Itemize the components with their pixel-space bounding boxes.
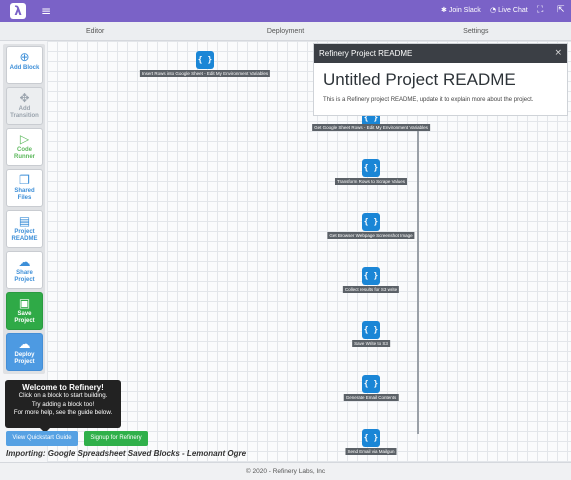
add-block-button[interactable]: ⊕ Add Block <box>6 46 43 84</box>
tab-deployment[interactable]: Deployment <box>190 22 380 40</box>
sidebar-item-label: Add Block <box>9 65 40 71</box>
welcome-title: Welcome to Refinery! <box>22 383 104 392</box>
footer: © 2020 - Refinery Labs, Inc <box>0 462 571 480</box>
welcome-line: Try adding a block too! <box>31 400 95 408</box>
block-node[interactable]: { } <box>362 375 380 393</box>
block-label[interactable]: Get Google Sheet Rows - Edit My Environm… <box>312 124 430 131</box>
sidebar-item-label: Code Runner <box>14 147 35 160</box>
cloud-download-icon: ☁ <box>18 255 31 269</box>
welcome-line: Click on a block to start building. <box>18 392 108 399</box>
sidebar-item-label: Save Project <box>14 311 35 324</box>
signup-button[interactable]: Signup for Refinery <box>84 431 148 446</box>
block-glyph: { } <box>197 55 213 64</box>
block-node[interactable]: { } <box>362 213 380 231</box>
deploy-project-button[interactable]: ☁ Deploy Project <box>6 333 43 371</box>
block-label[interactable]: Get Browser Webpage Screenshot Image <box>327 232 415 239</box>
quickstart-guide-button[interactable]: View Quickstart Guide <box>6 431 78 446</box>
chat-icon: ◔ <box>490 6 497 14</box>
logo-glyph: λ <box>14 4 22 18</box>
refinery-logo-icon[interactable]: λ <box>10 3 26 19</box>
files-icon: ❐ <box>19 173 30 187</box>
slack-icon: ✱ <box>441 6 447 14</box>
block-label[interactable]: Generate Email Contents <box>343 394 399 401</box>
import-status: Importing: Google Spreadsheet Saved Bloc… <box>6 449 247 458</box>
cloud-upload-icon: ☁ <box>18 337 31 351</box>
move-arrows-icon: ✥ <box>19 91 30 105</box>
block-glyph: { } <box>363 325 379 334</box>
tab-editor[interactable]: Editor <box>0 22 190 40</box>
sidebar: ⊕ Add Block ✥ Add Transition ▷ Code Runn… <box>3 44 45 374</box>
tab-settings[interactable]: Settings <box>381 22 571 40</box>
block-node[interactable]: { } <box>362 159 380 177</box>
block-label[interactable]: Transform Rows to Scrape Values <box>334 178 408 185</box>
block-node[interactable]: { } <box>196 51 214 69</box>
readme-panel: Refinery Project README × Untitled Proje… <box>313 43 568 116</box>
block-glyph: { } <box>363 433 379 442</box>
project-readme-button[interactable]: ▤ Project README <box>6 210 43 248</box>
code-runner-button[interactable]: ▷ Code Runner <box>6 128 43 166</box>
save-project-button[interactable]: ▣ Save Project <box>6 292 43 330</box>
shared-files-button[interactable]: ❐ Shared Files <box>6 169 43 207</box>
share-project-button[interactable]: ☁ Share Project <box>6 251 43 289</box>
sidebar-item-label: Deploy Project <box>14 352 35 365</box>
sidebar-item-label: Share Project <box>14 270 35 283</box>
block-label[interactable]: Insert Rows into Google Sheet - Edit My … <box>139 70 271 77</box>
block-glyph: { } <box>363 271 379 280</box>
live-chat-link[interactable]: ◔ Live Chat <box>490 6 528 14</box>
add-circle-icon: ⊕ <box>19 50 30 64</box>
main-tabs: Editor Deployment Settings <box>0 22 571 41</box>
block-label[interactable]: Collect results for S3 write <box>342 286 400 293</box>
live-chat-label: Live Chat <box>498 6 528 14</box>
book-icon: ▤ <box>18 214 31 228</box>
block-label[interactable]: Save Write to S3 <box>352 340 390 347</box>
play-icon: ▷ <box>19 132 30 146</box>
sidebar-item-label: Shared Files <box>14 188 35 201</box>
transition-line <box>417 126 419 434</box>
join-slack-label: Join Slack <box>448 6 481 14</box>
block-glyph: { } <box>363 163 379 172</box>
add-transition-button[interactable]: ✥ Add Transition <box>6 87 43 125</box>
block-node[interactable]: { } <box>362 267 380 285</box>
save-icon: ▣ <box>18 296 31 310</box>
sidebar-item-label: Project README <box>11 229 38 242</box>
readme-title: Untitled Project README <box>323 70 516 89</box>
welcome-line: For more help, see the guide below. <box>13 409 113 416</box>
readme-header-title: Refinery Project README <box>319 49 413 58</box>
sidebar-item-label: Add Transition <box>10 106 39 119</box>
block-glyph: { } <box>363 379 379 388</box>
readme-header: Refinery Project README × <box>314 44 567 63</box>
block-node[interactable]: { } <box>362 321 380 339</box>
readme-text: This is a Refinery project README, updat… <box>323 97 534 103</box>
block-node[interactable]: { } <box>362 429 380 447</box>
block-glyph: { } <box>363 217 379 226</box>
expand-icon[interactable]: ⛶ <box>537 5 543 15</box>
export-icon[interactable]: ⇱ <box>557 5 565 15</box>
top-bar: λ ≡ ✱ Join Slack ◔ Live Chat ⛶ ⇱ <box>0 0 571 22</box>
hamburger-icon[interactable]: ≡ <box>41 4 51 18</box>
close-icon[interactable]: × <box>554 44 562 63</box>
welcome-tooltip: Welcome to Refinery! Click on a block to… <box>5 380 121 428</box>
join-slack-link[interactable]: ✱ Join Slack <box>441 6 481 14</box>
block-label[interactable]: Send Email via Mailgun <box>345 448 397 455</box>
